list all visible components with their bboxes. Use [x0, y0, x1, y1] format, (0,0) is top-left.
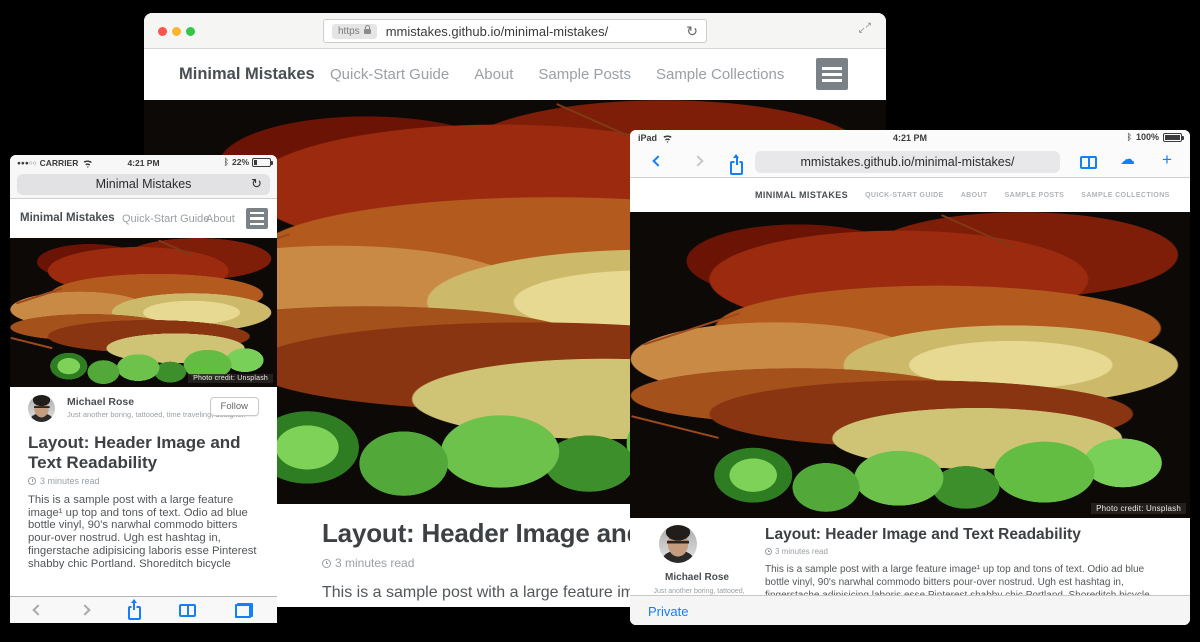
bluetooth-icon: ᛒ: [224, 157, 229, 167]
iphone-safari-window: ●●●○○ CARRIER 4:21 PM ᛒ 22% Minimal Mist…: [10, 155, 277, 623]
address-bar[interactable]: Minimal Mistakes ↻: [17, 174, 270, 195]
expand-arrow-icon: ↗: [864, 21, 872, 30]
twig-decoration: [631, 415, 718, 439]
lock-icon: [364, 29, 371, 34]
close-window-button[interactable]: [158, 27, 167, 36]
url-text: Minimal Mistakes: [96, 177, 192, 191]
bluetooth-icon: ᛒ: [1127, 132, 1132, 142]
read-time-meta: 3 minutes read: [28, 476, 261, 486]
iphone-status-bar: ●●●○○ CARRIER 4:21 PM ᛒ 22%: [10, 155, 277, 172]
reload-icon[interactable]: ↻: [686, 24, 698, 38]
read-time-text: 3 minutes read: [335, 556, 414, 570]
battery-icon: [252, 158, 271, 167]
desktop-nav-links: Quick-Start Guide About Sample Posts Sam…: [330, 66, 784, 83]
author-bio: Just another boring, tattooed,: [640, 588, 758, 595]
battery-percent: 22%: [232, 157, 249, 167]
reload-icon[interactable]: ↻: [251, 177, 262, 190]
read-time-meta: 3 minutes read: [765, 547, 1165, 556]
clock-icon: [322, 559, 331, 568]
twig-decoration: [158, 239, 193, 256]
nav-link-sample-posts[interactable]: SAMPLE POSTS: [1005, 192, 1065, 199]
hero-image: Photo credit: Unsplash: [630, 212, 1190, 518]
author-name: Michael Rose: [67, 396, 134, 408]
twig-decoration: [10, 337, 52, 349]
browser-chrome-bar: https mmistakes.github.io/minimal-mistak…: [144, 13, 886, 49]
icloud-tabs-icon[interactable]: ☁: [1120, 152, 1135, 167]
author-name: Michael Rose: [652, 572, 742, 583]
follow-button[interactable]: Follow: [210, 397, 259, 416]
site-brand-link[interactable]: MINIMAL MISTAKES: [755, 190, 848, 200]
iphone-site-nav: Minimal Mistakes Quick-Start Guide About: [10, 199, 277, 238]
nav-link-about[interactable]: About: [474, 66, 513, 83]
fullscreen-icon[interactable]: ↗↙: [858, 21, 872, 35]
private-button[interactable]: Private: [648, 604, 688, 619]
page-title: Layout: Header Image and Text Readabilit…: [765, 526, 1165, 544]
article-paragraph: This is a sample post with a large featu…: [28, 494, 261, 569]
safari-url-row: Minimal Mistakes ↻: [10, 172, 277, 199]
share-icon[interactable]: [730, 161, 743, 175]
nav-link-about[interactable]: About: [206, 213, 235, 225]
expand-arrow-icon: ↙: [858, 26, 866, 35]
nav-link-sample-collections[interactable]: SAMPLE COLLECTIONS: [1081, 192, 1169, 199]
ipad-site-nav: MINIMAL MISTAKES QUICK-START GUIDE ABOUT…: [630, 178, 1190, 212]
ipad-article: Michael Rose Just another boring, tattoo…: [630, 518, 1190, 595]
read-time-text: 3 minutes read: [775, 547, 828, 556]
ipad-status-bar: iPad 4:21 PM ᛒ 100%: [630, 130, 1190, 147]
photo-credit-badge: Photo credit: Unsplash: [1091, 503, 1186, 514]
address-bar[interactable]: mmistakes.github.io/minimal-mistakes/: [755, 151, 1060, 173]
battery-percent: 100%: [1136, 132, 1159, 142]
bookmarks-icon[interactable]: [179, 604, 196, 617]
minimize-window-button[interactable]: [172, 27, 181, 36]
back-button[interactable]: [32, 604, 43, 615]
hero-image: Photo credit: Unsplash: [10, 238, 277, 387]
menu-toggle-button[interactable]: [246, 208, 268, 229]
url-text: mmistakes.github.io/minimal-mistakes/: [386, 24, 609, 39]
nav-link-sample-collections[interactable]: Sample Collections: [656, 66, 784, 83]
safari-bottom-toolbar: [10, 596, 277, 623]
nav-link-sample-posts[interactable]: Sample Posts: [538, 66, 631, 83]
bookmarks-icon[interactable]: [1080, 156, 1097, 169]
share-icon[interactable]: [128, 606, 141, 620]
read-time-text: 3 minutes read: [40, 476, 100, 486]
photo-credit-badge: Photo credit: Unsplash: [188, 374, 273, 383]
menu-toggle-button[interactable]: [816, 58, 848, 90]
page-title: Layout: Header Image and Text Readabilit…: [28, 433, 266, 473]
tabs-icon[interactable]: [235, 603, 253, 618]
clock-icon: [765, 548, 772, 555]
clock-icon: [28, 477, 36, 485]
forward-button[interactable]: [692, 155, 703, 166]
twig-decoration: [643, 313, 739, 346]
https-badge: https: [332, 24, 377, 39]
author-row: Michael Rose Just another boring, tattoo…: [28, 395, 261, 427]
ipad-safari-window: iPad 4:21 PM ᛒ 100% mmistakes.github.io/…: [630, 130, 1190, 625]
iphone-article: Michael Rose Just another boring, tattoo…: [10, 387, 277, 569]
author-avatar: [28, 395, 55, 422]
twig-decoration: [941, 215, 1013, 249]
nav-link-quick-start[interactable]: Quick-Start Guide: [330, 66, 449, 83]
zoom-window-button[interactable]: [186, 27, 195, 36]
stage: https mmistakes.github.io/minimal-mistak…: [0, 0, 1200, 642]
address-bar[interactable]: https mmistakes.github.io/minimal-mistak…: [323, 19, 707, 43]
nav-link-quick-start[interactable]: QUICK-START GUIDE: [865, 192, 944, 199]
nav-link-quick-start[interactable]: Quick-Start Guide: [122, 213, 209, 225]
site-brand-link[interactable]: Minimal Mistakes: [179, 65, 315, 84]
forward-button[interactable]: [79, 604, 90, 615]
nav-link-about[interactable]: ABOUT: [961, 192, 988, 199]
twig-decoration: [16, 287, 62, 304]
site-brand-link[interactable]: Minimal Mistakes: [20, 212, 115, 224]
https-label: https: [338, 26, 360, 37]
safari-toolbar: mmistakes.github.io/minimal-mistakes/ ☁ …: [630, 147, 1190, 178]
back-button[interactable]: [652, 155, 663, 166]
private-browsing-bar: Private: [630, 595, 1190, 625]
battery-icon: [1163, 133, 1182, 142]
status-time: 4:21 PM: [630, 133, 1190, 143]
author-avatar: [659, 525, 697, 563]
new-tab-icon[interactable]: +: [1162, 151, 1172, 168]
desktop-site-nav: Minimal Mistakes Quick-Start Guide About…: [144, 49, 886, 100]
